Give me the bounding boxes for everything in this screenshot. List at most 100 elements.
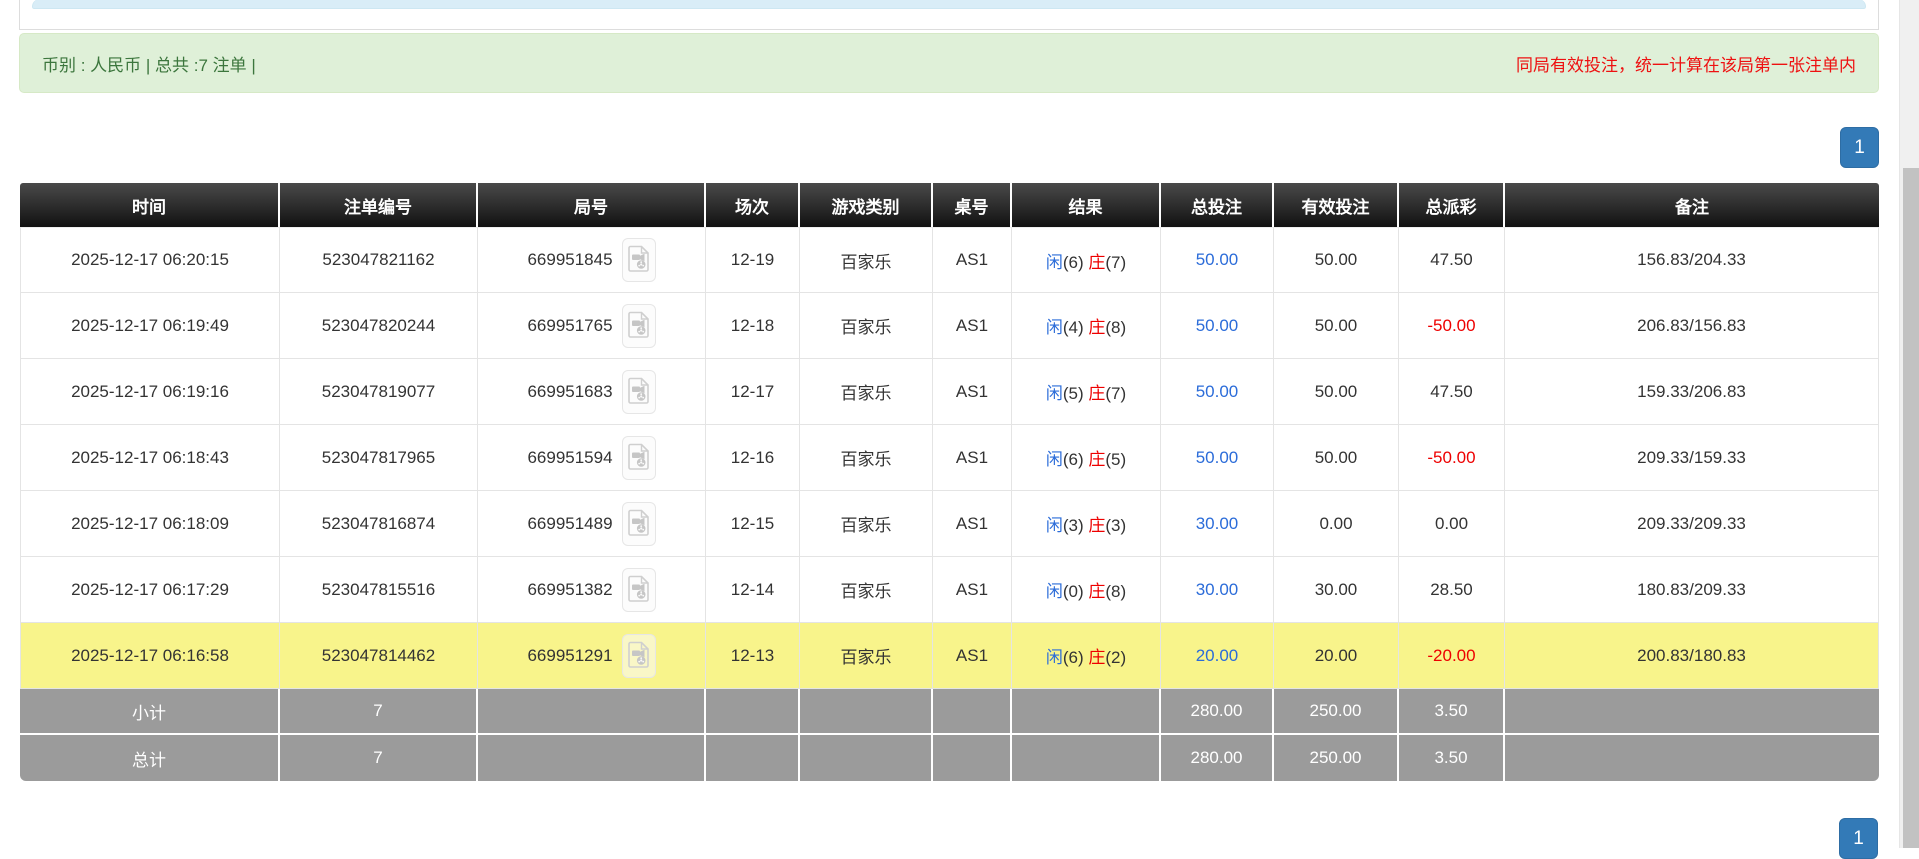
cell-session: 12-17 bbox=[706, 359, 800, 425]
result-player-label: 闲 bbox=[1045, 648, 1063, 667]
cell-remark: 180.83/209.33 bbox=[1505, 557, 1879, 623]
result-banker-score: (8) bbox=[1105, 318, 1127, 337]
empty bbox=[1012, 689, 1161, 735]
empty bbox=[800, 735, 933, 781]
pagination-page-1-top[interactable]: 1 bbox=[1840, 127, 1879, 168]
header-cell: 有效投注 bbox=[1274, 183, 1399, 227]
cell-total-bet[interactable]: 50.00 bbox=[1161, 359, 1274, 425]
cell-bet-id: 523047817965 bbox=[280, 425, 478, 491]
result-player-label: 闲 bbox=[1045, 252, 1063, 272]
cell-time: 2025-12-17 06:18:43 bbox=[20, 425, 280, 491]
cell-payout: 28.50 bbox=[1399, 557, 1505, 623]
result-player-score: (6) bbox=[1062, 648, 1084, 667]
cell-game-type: 百家乐 bbox=[800, 359, 933, 425]
summary-valid-bet: 250.00 bbox=[1274, 735, 1399, 781]
empty bbox=[800, 689, 933, 735]
cell-bet-id: 523047815516 bbox=[280, 557, 478, 623]
video-replay-button[interactable] bbox=[621, 238, 656, 282]
result-banker-label: 庄 bbox=[1088, 648, 1106, 667]
vertical-scrollbar[interactable] bbox=[1899, 0, 1919, 848]
cell-result: 闲(6) 庄(2) bbox=[1012, 623, 1161, 689]
cell-total-bet[interactable]: 30.00 bbox=[1161, 491, 1274, 557]
cell-total-bet[interactable]: 50.00 bbox=[1161, 425, 1274, 491]
cell-valid-bet: 50.00 bbox=[1274, 293, 1399, 359]
cell-bet-id: 523047816874 bbox=[280, 491, 478, 557]
video-replay-button[interactable] bbox=[621, 435, 656, 480]
empty bbox=[1012, 735, 1161, 781]
table-header: 时间 注单编号 局号 场次 游戏类别 桌号 结果 总投注 有效投注 总派彩 备注 bbox=[20, 183, 1879, 227]
video-replay-button[interactable] bbox=[621, 501, 656, 546]
bet-records-table: 时间 注单编号 局号 场次 游戏类别 桌号 结果 总投注 有效投注 总派彩 备注 2025-12-1… bbox=[20, 183, 1879, 781]
header-cell: 总投注 bbox=[1161, 183, 1274, 227]
cell-table-number: AS1 bbox=[933, 425, 1012, 491]
summary-row: 总计 7 280.00 250.00 3.50 bbox=[20, 735, 1879, 781]
result-banker-score: (7) bbox=[1105, 384, 1127, 403]
result-banker-score: (3) bbox=[1105, 516, 1127, 535]
cell-bet-id: 523047819077 bbox=[280, 359, 478, 425]
cell-total-bet[interactable]: 30.00 bbox=[1161, 557, 1274, 623]
table-row: 2025-12-17 06:20:15 523047821162 6699518… bbox=[20, 227, 1879, 293]
cell-game-type: 百家乐 bbox=[800, 491, 933, 557]
header-cell: 场次 bbox=[706, 183, 800, 227]
header-cell: 局号 bbox=[478, 183, 706, 227]
cell-session: 12-13 bbox=[706, 623, 800, 689]
cell-bet-id: 523047820244 bbox=[280, 293, 478, 359]
cell-result: 闲(0) 庄(8) bbox=[1012, 557, 1161, 623]
result-player-label: 闲 bbox=[1045, 516, 1063, 535]
result-player-label: 闲 bbox=[1045, 384, 1063, 403]
video-file-icon bbox=[627, 377, 650, 407]
video-replay-button[interactable] bbox=[621, 303, 656, 348]
bet-records-table-wrap: 时间 注单编号 局号 场次 游戏类别 桌号 结果 总投注 有效投注 总派彩 备注 2025-12-1… bbox=[20, 183, 1879, 781]
result-banker-label: 庄 bbox=[1088, 582, 1106, 601]
cell-result: 闲(5) 庄(7) bbox=[1012, 359, 1161, 425]
cell-table-number: AS1 bbox=[933, 227, 1012, 293]
cell-table-number: AS1 bbox=[933, 293, 1012, 359]
cell-valid-bet: 30.00 bbox=[1274, 557, 1399, 623]
result-player-score: (6) bbox=[1062, 252, 1084, 272]
currency-summary-text: 币别 : 人民币 | 总共 :7 注单 | bbox=[42, 55, 256, 75]
table-row: 2025-12-17 06:18:09 523047816874 6699514… bbox=[20, 491, 1879, 557]
cell-remark: 209.33/159.33 bbox=[1505, 425, 1879, 491]
result-banker-label: 庄 bbox=[1088, 384, 1106, 403]
empty bbox=[478, 735, 706, 781]
summary-valid-bet: 250.00 bbox=[1274, 689, 1399, 735]
cell-round-number: 669951765 bbox=[478, 293, 706, 359]
round-number: 669951594 bbox=[527, 447, 613, 467]
header-cell: 总派彩 bbox=[1399, 183, 1505, 227]
table-row: 2025-12-17 06:16:58 523047814462 6699512… bbox=[20, 623, 1879, 689]
header-cell: 备注 bbox=[1505, 183, 1879, 227]
header-cell: 游戏类别 bbox=[800, 183, 933, 227]
cell-table-number: AS1 bbox=[933, 359, 1012, 425]
table-row: 2025-12-17 06:17:29 523047815516 6699513… bbox=[20, 557, 1879, 623]
cell-game-type: 百家乐 bbox=[800, 425, 933, 491]
scrollbar-thumb[interactable] bbox=[1903, 168, 1919, 848]
cell-result: 闲(4) 庄(8) bbox=[1012, 293, 1161, 359]
result-banker-label: 庄 bbox=[1088, 450, 1106, 469]
result-banker-score: (7) bbox=[1105, 252, 1127, 272]
cell-total-bet[interactable]: 50.00 bbox=[1161, 227, 1274, 293]
cell-payout: -20.00 bbox=[1399, 623, 1505, 689]
cell-remark: 159.33/206.83 bbox=[1505, 359, 1879, 425]
video-replay-button[interactable] bbox=[621, 633, 656, 678]
cell-time: 2025-12-17 06:20:15 bbox=[20, 227, 280, 293]
video-replay-button[interactable] bbox=[621, 369, 656, 414]
cell-valid-bet: 50.00 bbox=[1274, 425, 1399, 491]
pagination-page-1-bottom[interactable]: 1 bbox=[1839, 818, 1878, 859]
cell-table-number: AS1 bbox=[933, 623, 1012, 689]
cell-round-number: 669951382 bbox=[478, 557, 706, 623]
top-clipped-panel bbox=[19, 0, 1879, 30]
cell-total-bet[interactable]: 20.00 bbox=[1161, 623, 1274, 689]
video-replay-button[interactable] bbox=[621, 567, 656, 612]
header-cell: 桌号 bbox=[933, 183, 1012, 227]
cell-result: 闲(6) 庄(7) bbox=[1012, 227, 1161, 293]
result-player-score: (5) bbox=[1062, 384, 1084, 403]
video-file-icon bbox=[627, 641, 650, 671]
cell-bet-id: 523047821162 bbox=[280, 227, 478, 293]
table-row: 2025-12-17 06:19:16 523047819077 6699516… bbox=[20, 359, 1879, 425]
cell-total-bet[interactable]: 50.00 bbox=[1161, 293, 1274, 359]
table-row: 2025-12-17 06:19:49 523047820244 6699517… bbox=[20, 293, 1879, 359]
cell-payout: 0.00 bbox=[1399, 491, 1505, 557]
result-player-score: (6) bbox=[1062, 450, 1084, 469]
cell-payout: 47.50 bbox=[1399, 359, 1505, 425]
result-banker-label: 庄 bbox=[1088, 252, 1106, 272]
